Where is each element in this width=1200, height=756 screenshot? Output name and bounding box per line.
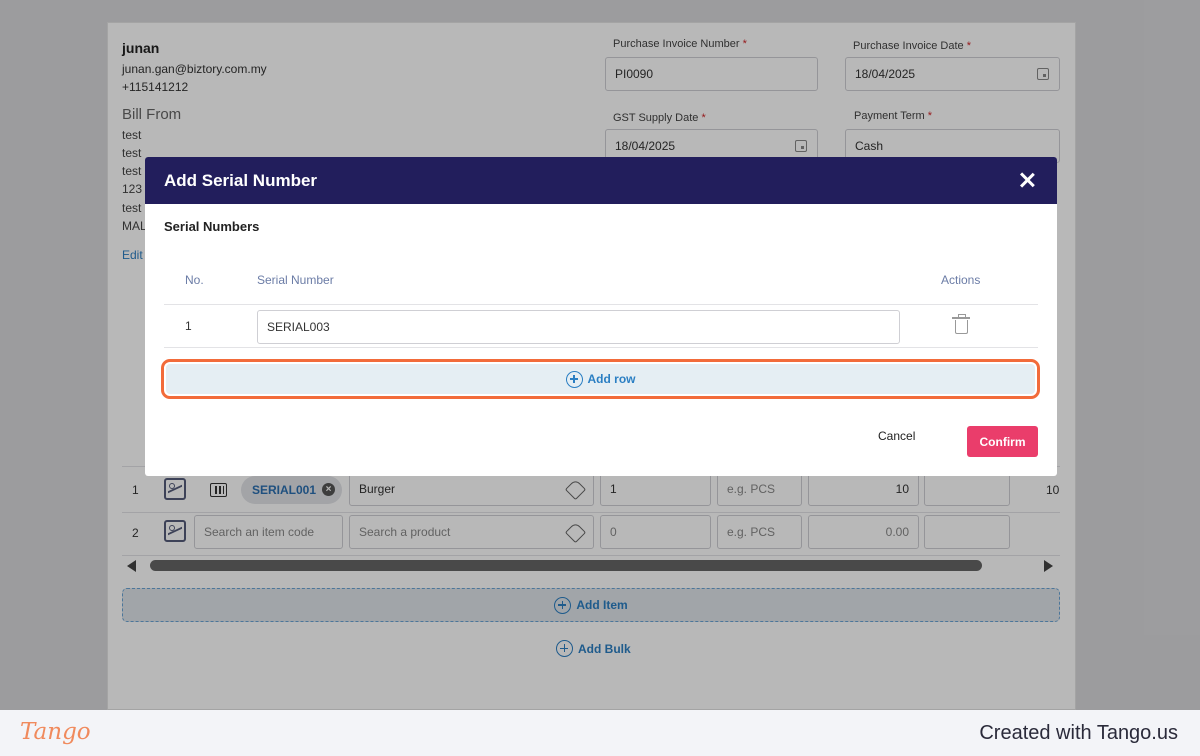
column-header-serial: Serial Number [257,273,334,287]
trash-icon[interactable] [952,314,970,334]
created-with-text: Created with Tango.us [979,722,1178,744]
add-row-highlight: Add row [161,359,1040,399]
serial-number-input[interactable] [257,310,900,344]
confirm-button[interactable]: Confirm [967,426,1038,457]
cancel-button[interactable]: Cancel [878,429,915,443]
tango-footer: Tango Created with Tango.us [0,710,1200,756]
dialog-title: Add Serial Number [164,170,318,190]
table-divider [164,347,1038,348]
serial-row-number: 1 [185,319,192,333]
dialog-header: Add Serial Number [145,157,1057,204]
add-serial-number-dialog: Add Serial Number Serial Numbers No. Ser… [145,157,1057,476]
column-header-actions: Actions [941,273,981,287]
table-divider [164,304,1038,305]
add-row-button[interactable]: Add row [166,364,1035,394]
column-header-no: No. [185,273,204,287]
add-circle-icon [565,370,583,388]
close-icon[interactable] [1017,170,1037,190]
tango-logo: Tango [20,719,91,745]
section-title: Serial Numbers [164,219,260,234]
add-row-label: Add row [587,372,636,386]
